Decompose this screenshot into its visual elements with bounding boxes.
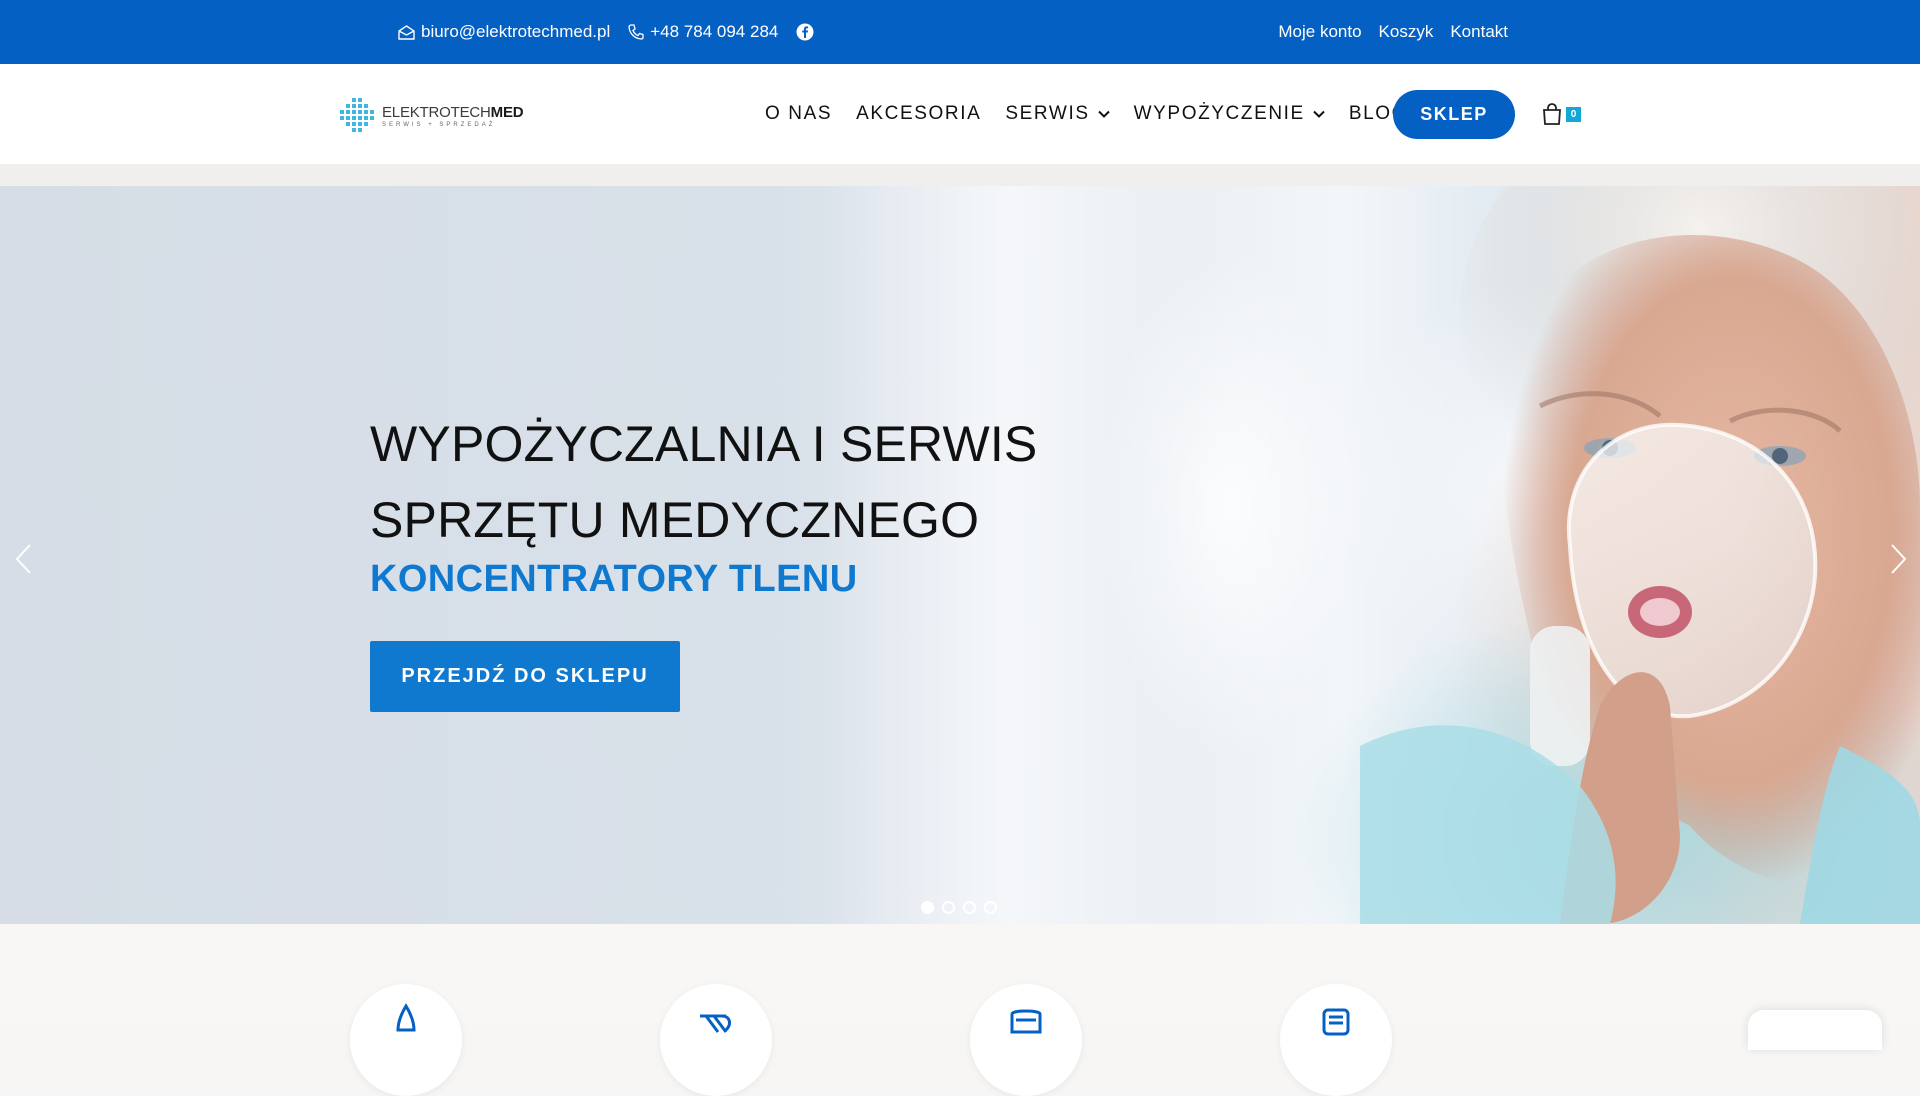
shop-button[interactable]: SKLEP bbox=[1393, 90, 1515, 139]
account-links: Moje konto Koszyk Kontakt bbox=[1278, 0, 1508, 64]
hero-title-line1: WYPOŻYCZALNIA I SERWIS bbox=[370, 416, 1038, 472]
email-text: biuro@elektrotechmed.pl bbox=[421, 22, 611, 41]
nav-label: O NAS bbox=[765, 103, 833, 124]
tools-icon bbox=[700, 1014, 731, 1033]
phone-text: +48 784 094 284 bbox=[650, 22, 779, 41]
hero-title: WYPOŻYCZALNIA I SERWIS SPRZĘTU MEDYCZNEG… bbox=[370, 406, 1038, 558]
logo-subtitle: SERWIS + SPRZEDAŻ bbox=[382, 121, 496, 128]
my-account-link[interactable]: Moje konto bbox=[1278, 22, 1361, 42]
chevron-down-icon bbox=[1313, 110, 1325, 118]
features-section bbox=[0, 924, 1920, 1096]
cart-link[interactable]: Koszyk bbox=[1379, 22, 1434, 42]
feature-card-3[interactable] bbox=[970, 984, 1082, 1096]
chat-widget-tab[interactable] bbox=[1748, 1010, 1882, 1050]
slider-dot-4[interactable] bbox=[984, 901, 997, 914]
logo-brand: ELEKTROTECHMED bbox=[382, 103, 524, 121]
nav-label: SERWIS bbox=[1005, 103, 1090, 124]
nav-item-wypozyczenie[interactable]: WYPOŻYCZENIE bbox=[1134, 103, 1325, 125]
chevron-down-icon bbox=[1097, 110, 1110, 118]
device-icon bbox=[1322, 1008, 1350, 1036]
logo-brand-bold: MED bbox=[490, 103, 524, 121]
hero-subtitle: KONCENTRATORY TLENU bbox=[370, 558, 858, 600]
logo-text: ELEKTROTECHMED SERWIS + SPRZEDAŻ bbox=[382, 103, 524, 128]
slider-pagination bbox=[921, 901, 997, 914]
site-logo[interactable]: ELEKTROTECHMED SERWIS + SPRZEDAŻ bbox=[338, 94, 528, 138]
shopping-bag-icon bbox=[1543, 103, 1561, 125]
hero-title-line2: SPRZĘTU MEDYCZNEGO bbox=[370, 492, 980, 548]
slider-dot-2[interactable] bbox=[942, 901, 955, 914]
slider-prev-arrow-icon[interactable] bbox=[12, 541, 34, 577]
feature-card-4[interactable] bbox=[1280, 984, 1392, 1096]
nav-item-akcesoria[interactable]: AKCESORIA bbox=[856, 103, 981, 125]
slider-next-arrow-icon[interactable] bbox=[1888, 541, 1910, 577]
nav-item-serwis[interactable]: SERWIS bbox=[1005, 103, 1110, 125]
main-nav: O NAS AKCESORIA SERWIS WYPOŻYCZENIE BLOG bbox=[765, 90, 1432, 138]
nav-label: WYPOŻYCZENIE bbox=[1133, 103, 1305, 124]
hero-slider: WYPOŻYCZALNIA I SERWIS SPRZĘTU MEDYCZNEG… bbox=[0, 186, 1920, 924]
hero-photo-woman-with-oxygen-mask bbox=[1360, 186, 1920, 924]
contact-link[interactable]: Kontakt bbox=[1450, 22, 1508, 42]
logo-mark-icon bbox=[340, 98, 374, 132]
oxygen-drop-icon bbox=[396, 1003, 416, 1032]
envelope-icon bbox=[398, 24, 415, 40]
phone-link[interactable]: +48 784 094 284 bbox=[628, 22, 778, 42]
facebook-icon bbox=[796, 23, 814, 41]
contact-info: biuro@elektrotechmed.pl +48 784 094 284 bbox=[398, 0, 824, 64]
feature-card-2[interactable] bbox=[660, 984, 772, 1096]
cart-count-badge: 0 bbox=[1566, 107, 1581, 122]
facebook-link[interactable] bbox=[796, 23, 814, 41]
slider-dot-1[interactable] bbox=[921, 901, 934, 914]
slider-dot-3[interactable] bbox=[963, 901, 976, 914]
logo-brand-main: ELEKTROTECH bbox=[382, 103, 491, 121]
phone-icon bbox=[628, 24, 644, 40]
email-link[interactable]: biuro@elektrotechmed.pl bbox=[398, 22, 610, 42]
nav-label: AKCESORIA bbox=[856, 103, 982, 124]
feature-card-1[interactable] bbox=[350, 984, 462, 1096]
cart-button[interactable]: 0 bbox=[1536, 96, 1586, 136]
header-divider bbox=[0, 164, 1920, 186]
main-header: ELEKTROTECHMED SERWIS + SPRZEDAŻ O NAS A… bbox=[0, 64, 1920, 164]
top-bar: biuro@elektrotechmed.pl +48 784 094 284 … bbox=[0, 0, 1920, 64]
go-to-shop-button[interactable]: PRZEJDŹ DO SKLEPU bbox=[370, 641, 680, 712]
bed-icon bbox=[1010, 1009, 1042, 1034]
nav-item-o-nas[interactable]: O NAS bbox=[765, 103, 832, 125]
